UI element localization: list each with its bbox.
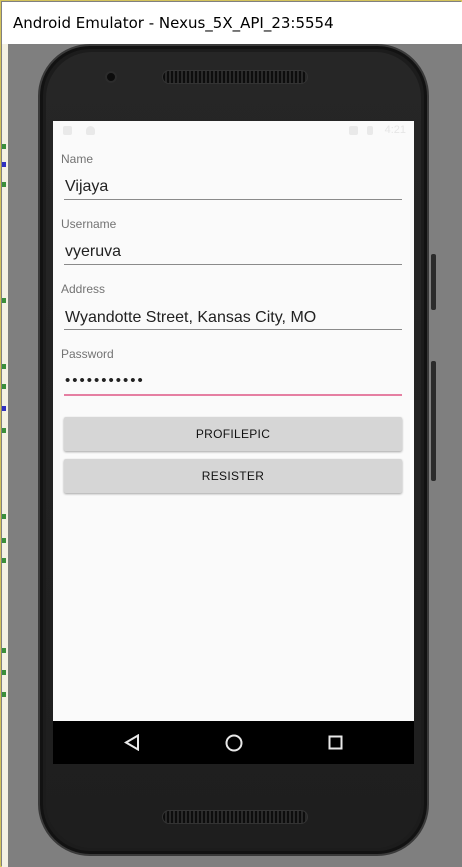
home-circle-icon[interactable] <box>225 734 243 752</box>
device-screen: 4:21 Name Vijaya Username vyeruva Addres… <box>53 121 414 764</box>
emulator-window: Android Emulator - Nexus_5X_API_23:5554 <box>0 0 462 867</box>
power-button[interactable] <box>431 254 436 310</box>
profilepic-button[interactable]: PROFILEPIC <box>64 417 402 451</box>
password-field[interactable]: ••••••••••• <box>65 372 145 389</box>
recent-square-icon[interactable] <box>328 735 343 750</box>
name-field[interactable]: Vijaya <box>65 178 108 196</box>
window-titlebar[interactable]: Android Emulator - Nexus_5X_API_23:5554 <box>2 2 462 44</box>
name-underline <box>64 199 402 200</box>
address-field[interactable]: Wyandotte Street, Kansas City, MO <box>65 309 316 327</box>
name-label: Name <box>61 152 94 166</box>
back-triangle-icon[interactable] <box>124 734 140 751</box>
wifi-icon <box>349 126 358 135</box>
status-time: 4:21 <box>384 124 406 136</box>
bottom-speaker-grille <box>162 810 308 824</box>
address-underline <box>64 329 402 330</box>
address-label: Address <box>61 282 106 296</box>
navigation-bar <box>53 721 414 764</box>
password-underline-focused <box>64 394 402 396</box>
password-label: Password <box>61 347 114 361</box>
status-bar: 4:21 <box>53 121 414 139</box>
top-speaker-grille <box>162 70 308 84</box>
volume-button[interactable] <box>431 361 436 481</box>
android-notification-icon <box>86 126 95 135</box>
username-label: Username <box>61 217 117 231</box>
window-title: Android Emulator - Nexus_5X_API_23:5554 <box>13 14 334 32</box>
notification-icon <box>63 126 72 135</box>
username-underline <box>64 264 402 265</box>
front-camera-icon <box>105 71 117 83</box>
battery-icon <box>367 126 373 135</box>
username-field[interactable]: vyeruva <box>65 243 121 261</box>
register-button[interactable]: RESISTER <box>64 459 402 493</box>
